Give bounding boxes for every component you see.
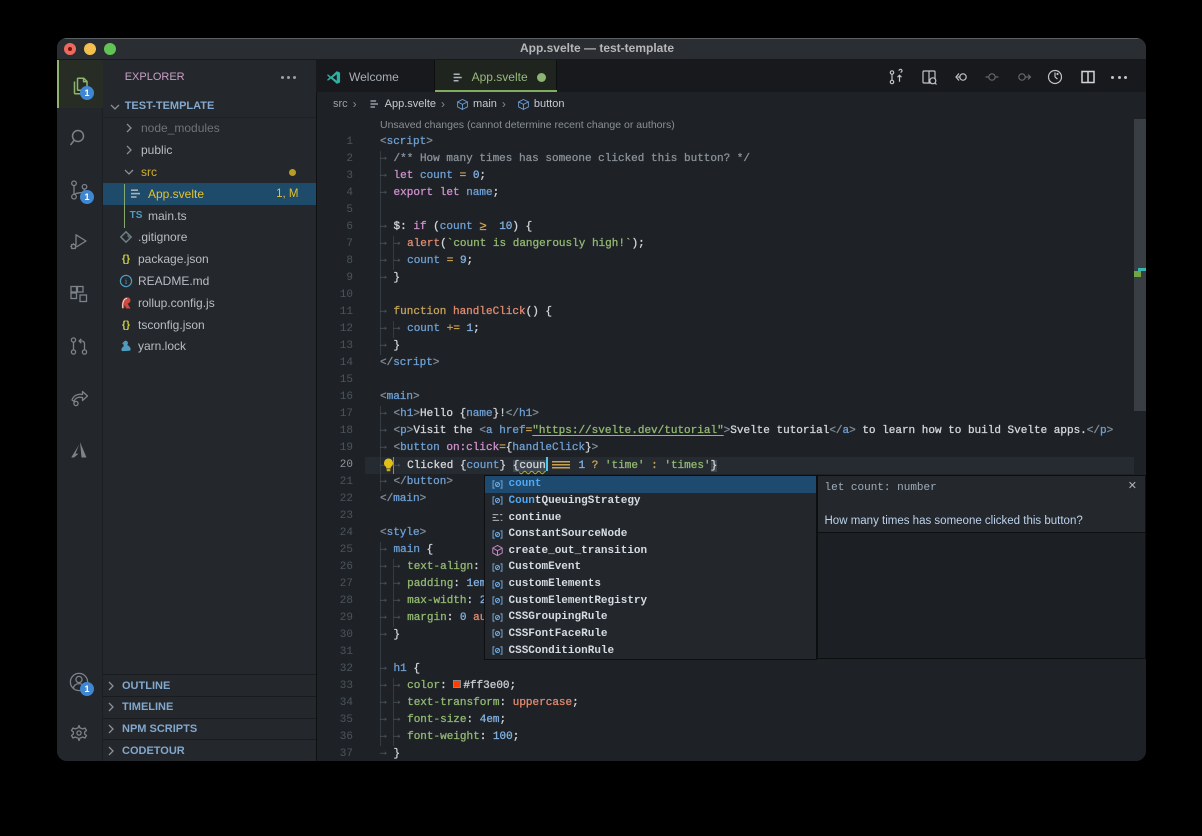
svg-text:i: i	[125, 276, 128, 286]
